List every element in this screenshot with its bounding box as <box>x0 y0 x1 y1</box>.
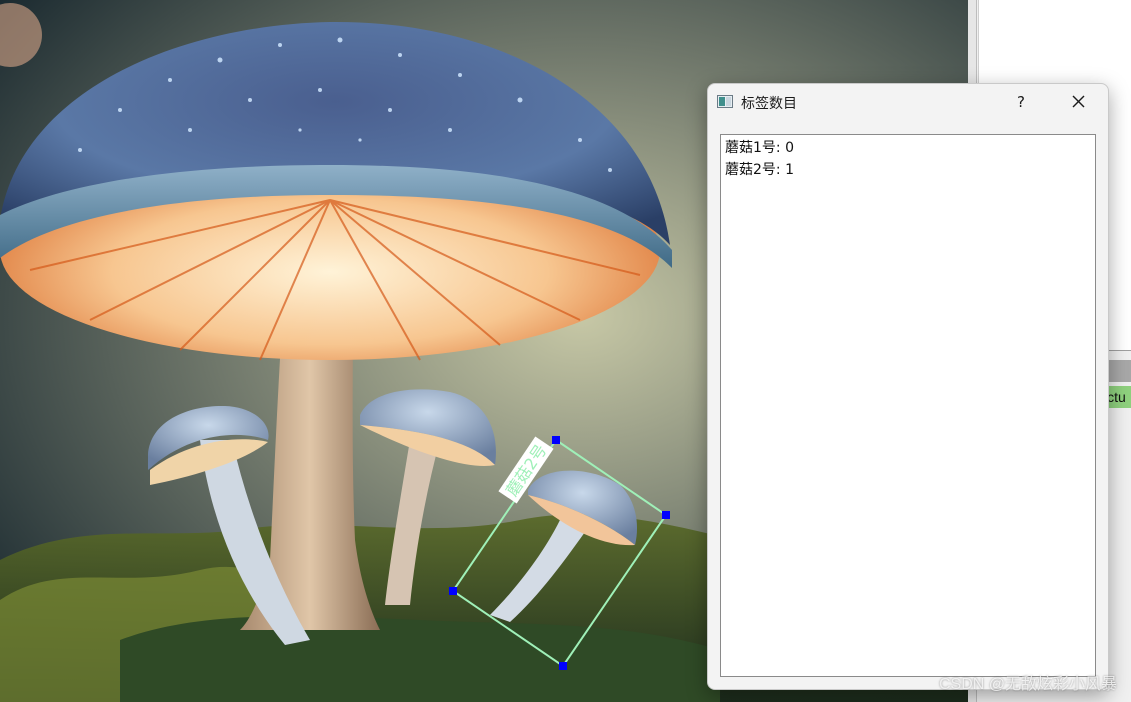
annotation-handle[interactable] <box>662 511 670 519</box>
list-item[interactable]: 蘑菇1号: 0 <box>721 137 1095 159</box>
annotation-handle[interactable] <box>449 587 457 595</box>
dialog-titlebar[interactable]: 标签数目 ? <box>708 84 1108 120</box>
annotation-handle[interactable] <box>559 662 567 670</box>
label-count-dialog: 标签数目 ? 蘑菇1号: 0 蘑菇2号: 1 <box>707 83 1109 690</box>
list-item[interactable]: 蘑菇2号: 1 <box>721 159 1095 181</box>
close-button[interactable] <box>1060 88 1096 116</box>
close-icon <box>1072 95 1085 108</box>
dialog-title: 标签数目 <box>741 96 797 112</box>
annotation-handle[interactable] <box>552 436 560 444</box>
help-button[interactable]: ? <box>1004 88 1038 116</box>
app-window-icon <box>717 95 733 108</box>
label-count-list[interactable]: 蘑菇1号: 0 蘑菇2号: 1 <box>720 134 1096 677</box>
watermark-text: CSDN @无敌炫彩小风暴 <box>938 676 1117 693</box>
